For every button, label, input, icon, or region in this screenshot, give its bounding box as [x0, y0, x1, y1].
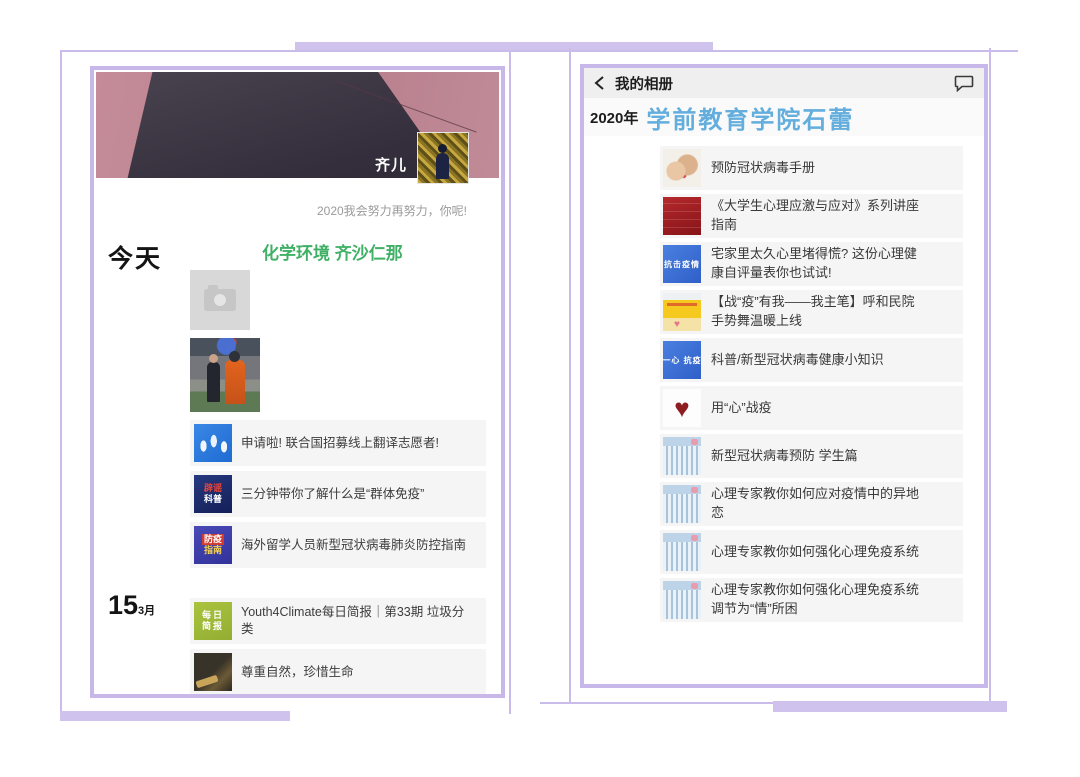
epidemic-guide-icon: 防疫 指南 — [194, 526, 232, 564]
album-item[interactable]: 预防冠状病毒手册 — [660, 146, 963, 190]
frame-bottom-left-bar — [60, 711, 290, 721]
profile-avatar[interactable] — [417, 132, 469, 184]
article-list: 申请啦! 联合国招募线上翻译志愿者! 辟谣 科普 三分钟带你了解什么是“群体免疫… — [190, 420, 486, 568]
album-item[interactable]: 心理专家教你如何强化心理免疫系统 — [660, 530, 963, 574]
album-item-list: 预防冠状病毒手册 《大学生心理应激与应对》系列讲座指南 抗击疫情 宅家里太久心里… — [660, 146, 963, 622]
frame-bottom-right-bar — [773, 701, 1007, 712]
crowd-illustration-icon — [663, 581, 701, 619]
frame-right-line — [989, 48, 991, 704]
frame-left-line — [60, 50, 62, 712]
feed-content-column: 每日 简报 Youth4Climate每日简报｜第33期 垃圾分类 尊重自然，珍… — [190, 590, 486, 694]
camera-icon — [204, 285, 236, 311]
album-header: 我的相册 — [584, 68, 984, 98]
rumor-science-icon: 辟谣 科普 — [194, 475, 232, 513]
album-owner-title: 学前教育学院石蕾 — [646, 106, 855, 134]
feed-content-column: 化学环境 齐沙仁那 申请啦! 联合国招募线上翻译志愿者! 辟谣 科普 三分钟带你… — [190, 239, 486, 568]
back-button[interactable] — [594, 75, 605, 91]
album-item[interactable]: ♥ 用“心”战疫 — [660, 386, 963, 430]
album-item[interactable]: 新型冠状病毒预防 学生篇 — [660, 434, 963, 478]
broken-heart-icon: ♥ — [663, 389, 701, 427]
blue-banner-icon: 抗击疫情 — [663, 245, 701, 283]
article-item[interactable]: 每日 简报 Youth4Climate每日简报｜第33期 垃圾分类 — [190, 598, 486, 644]
nature-photo-icon — [194, 653, 232, 691]
album-item[interactable]: 《大学生心理应激与应对》系列讲座指南 — [660, 194, 963, 238]
crowd-illustration-icon — [663, 437, 701, 475]
album-item[interactable]: 【战“疫”有我——我主笔】呼和民院手势舞温暖上线 — [660, 290, 963, 334]
crowd-illustration-icon — [663, 485, 701, 523]
yellow-poster-icon — [663, 293, 701, 331]
album-item[interactable]: 一心 抗疫 科普/新型冠状病毒健康小知识 — [660, 338, 963, 382]
profile-signature: 2020我会努力再努力，你呢! — [316, 204, 467, 218]
feed-date-day: 15 — [108, 590, 139, 620]
message-bubble-icon[interactable] — [954, 75, 974, 92]
album-panel: 我的相册 2020年 学前教育学院石蕾 预防冠状病毒手册 《大学生心理应激与应对… — [580, 64, 988, 688]
feed-date-column: 今天 — [108, 239, 190, 568]
article-item[interactable]: 防疫 指南 海外留学人员新型冠状病毒肺炎防控指南 — [190, 522, 486, 568]
feed-date-today: 今天 — [108, 245, 163, 273]
collage-canvas: 齐儿 2020我会努力再努力，你呢! 今天 化学环境 齐沙仁那 申请啦! 联合国… — [0, 0, 1080, 777]
feed-entry-march-15: 153月 每日 简报 Youth4Climate每日简报｜第33期 垃圾分类 尊… — [108, 590, 486, 694]
photo-person-orange — [225, 351, 245, 405]
article-item[interactable]: 辟谣 科普 三分钟带你了解什么是“群体免疫” — [190, 471, 486, 517]
frame-middle-right-line — [569, 48, 571, 704]
album-item[interactable]: 心理专家教你如何应对疫情中的异地恋 — [660, 482, 963, 526]
feed-entry-today: 今天 化学环境 齐沙仁那 申请啦! 联合国招募线上翻译志愿者! 辟谣 科普 三分… — [108, 239, 486, 568]
frame-middle-left-line — [509, 50, 511, 714]
photo-person-dark — [206, 353, 220, 402]
album-year-row: 2020年 学前教育学院石蕾 — [584, 98, 984, 136]
album-year: 2020年 — [590, 109, 639, 127]
article-item[interactable]: 尊重自然，珍惜生命 — [190, 649, 486, 694]
profile-cover-photo[interactable]: 齐儿 — [96, 72, 499, 184]
album-header-title: 我的相册 — [615, 76, 673, 93]
profile-nickname: 齐儿 — [374, 157, 407, 174]
feed-date-month: 3月 — [138, 605, 156, 617]
post-title: 化学环境 齐沙仁那 — [262, 244, 403, 263]
red-poster-icon — [663, 197, 701, 235]
article-list: 每日 简报 Youth4Climate每日简报｜第33期 垃圾分类 尊重自然，珍… — [190, 598, 486, 694]
feed-date-column: 153月 — [108, 590, 190, 694]
frame-top-line — [60, 50, 1018, 52]
hands-care-icon — [663, 149, 701, 187]
daily-brief-icon: 每日 简报 — [194, 602, 232, 640]
crowd-illustration-icon — [663, 533, 701, 571]
album-item[interactable]: 抗击疫情 宅家里太久心里堵得慌? 这份心理健康自评量表你也试试! — [660, 242, 963, 286]
wechat-moments-panel: 齐儿 2020我会努力再努力，你呢! 今天 化学环境 齐沙仁那 申请啦! 联合国… — [90, 66, 505, 698]
article-item[interactable]: 申请啦! 联合国招募线上翻译志愿者! — [190, 420, 486, 466]
blue-banner-icon: 一心 抗疫 — [663, 341, 701, 379]
avatar-figure-icon — [436, 144, 449, 179]
album-item[interactable]: 心理专家教你如何强化心理免疫系统 调节为“情”所困 — [660, 578, 963, 622]
camera-placeholder[interactable] — [190, 270, 250, 330]
un-volunteer-icon — [194, 424, 232, 462]
back-chevron-icon — [594, 76, 604, 90]
post-photo-thumbnail[interactable] — [190, 338, 260, 412]
